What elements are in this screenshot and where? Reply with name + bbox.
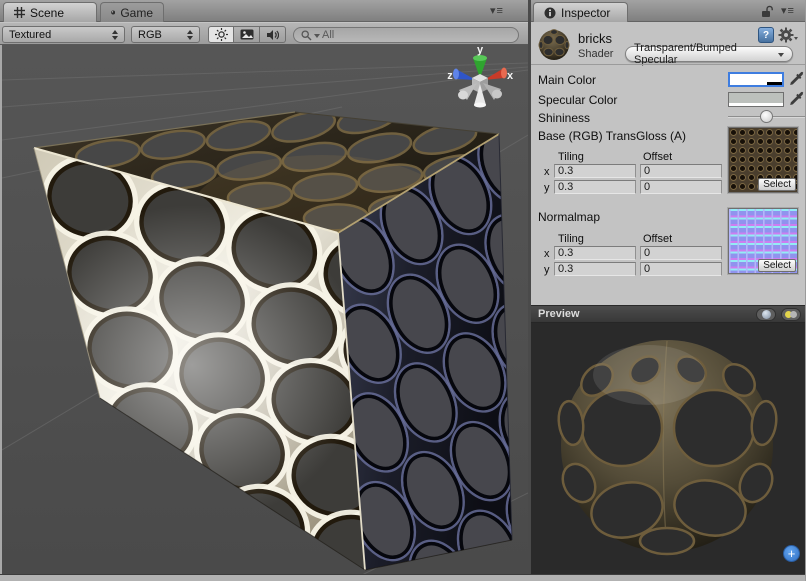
dim-dot-icon: [790, 311, 797, 318]
scene-toggle-group: [208, 26, 286, 43]
lock-icon[interactable]: [760, 5, 773, 18]
tab-game-label: Game: [120, 6, 153, 20]
gear-icon[interactable]: [778, 27, 798, 43]
base-tiling-x-field[interactable]: [554, 164, 636, 178]
material-name: bricks: [578, 31, 612, 46]
channel-mode-dropdown[interactable]: RGB: [131, 26, 200, 43]
row-y-label: y: [544, 264, 550, 276]
svg-text:y: y: [477, 45, 484, 56]
base-map-label: Base (RGB) TransGloss (A): [538, 129, 686, 143]
eyedropper-icon[interactable]: [789, 91, 805, 107]
svg-text:z: z: [447, 70, 453, 82]
search-icon: [301, 30, 312, 41]
base-map-thumbnail[interactable]: Select: [728, 127, 798, 193]
render-mode-value: Textured: [9, 29, 106, 41]
search-input[interactable]: [322, 29, 482, 41]
info-icon: [544, 7, 556, 19]
image-icon: [240, 29, 254, 40]
window-bottom-edge: [0, 574, 806, 581]
base-tiling-y-field[interactable]: [554, 180, 636, 194]
main-color-alpha-bar: [730, 82, 782, 85]
render-mode-dropdown[interactable]: Textured: [2, 26, 125, 43]
svg-text:x: x: [507, 70, 514, 82]
normal-map-label: Normalmap: [538, 210, 600, 224]
normal-offset-y-field[interactable]: [640, 262, 722, 276]
preview-sphere-render: [531, 323, 806, 575]
chevron-down-icon: [778, 53, 784, 57]
inspector-body: bricks Shader Transparent/Bumped Specula…: [531, 22, 806, 305]
material-preview-icon: [537, 25, 571, 63]
unity-editor-window: Scene Game ▾≡ Textured RGB: [0, 0, 806, 581]
header-divider: [531, 64, 806, 65]
specular-color-alpha-bar: [729, 103, 783, 106]
lighting-toggle-button[interactable]: [208, 26, 234, 43]
shininess-slider[interactable]: [728, 109, 806, 125]
preview-lighting-button[interactable]: [781, 308, 801, 321]
channel-mode-value: RGB: [138, 29, 181, 41]
normal-offset-x-field[interactable]: [640, 246, 722, 260]
game-icon: [111, 7, 115, 18]
updown-arrows-icon: [112, 30, 118, 40]
preview-shape-button[interactable]: [756, 308, 776, 321]
speaker-icon: [266, 29, 279, 41]
normal-tiling-x-field[interactable]: [554, 246, 636, 260]
orientation-gizmo[interactable]: y z x: [447, 45, 514, 108]
row-x-label: x: [544, 248, 550, 260]
row-x-label: x: [544, 166, 550, 178]
search-filter-caret-icon[interactable]: [314, 34, 320, 38]
sun-icon: [215, 28, 228, 41]
normal-map-thumbnail[interactable]: Select: [728, 208, 798, 274]
eyedropper-icon[interactable]: [789, 71, 805, 87]
shader-dropdown[interactable]: Transparent/Bumped Specular: [625, 46, 793, 62]
tiling-header: Tiling: [558, 151, 584, 163]
shader-value: Transparent/Bumped Specular: [634, 42, 778, 66]
base-map-select-button[interactable]: Select: [758, 178, 796, 191]
add-preview-button[interactable]: +: [783, 545, 800, 562]
preview-title: Preview: [538, 308, 756, 320]
grid-icon: [14, 7, 25, 18]
audio-toggle-button[interactable]: [260, 26, 286, 43]
main-color-swatch[interactable]: [728, 72, 784, 87]
inspector-tabstrip: Inspector ▾≡: [531, 0, 806, 22]
tab-game[interactable]: Game: [100, 2, 164, 22]
scene-3d-view[interactable]: y z x: [2, 45, 528, 574]
scene-search-field[interactable]: [293, 27, 519, 43]
specular-color-label: Specular Color: [538, 93, 617, 107]
tab-inspector[interactable]: Inspector: [533, 2, 628, 22]
shininess-knob[interactable]: [760, 110, 773, 123]
tab-inspector-label: Inspector: [561, 6, 610, 20]
scene-tabstrip: Scene Game ▾≡: [0, 0, 528, 22]
inspector-panel: Inspector ▾≡ bricks Shade: [531, 0, 806, 581]
base-offset-y-field[interactable]: [640, 180, 722, 194]
shininess-label: Shininess: [538, 111, 590, 125]
offset-header: Offset: [643, 151, 672, 163]
normal-tiling-y-field[interactable]: [554, 262, 636, 276]
offset-header: Offset: [643, 233, 672, 245]
normal-map-select-button[interactable]: Select: [758, 259, 796, 272]
base-offset-x-field[interactable]: [640, 164, 722, 178]
tab-scene-label: Scene: [30, 6, 64, 20]
help-icon[interactable]: ?: [758, 27, 774, 43]
scene-tab-menu-icon[interactable]: ▾≡: [490, 4, 504, 17]
inspector-tab-menu-icon[interactable]: ▾≡: [781, 4, 795, 17]
scene-toolbar: Textured RGB: [0, 22, 528, 45]
shader-label: Shader: [578, 48, 613, 60]
specular-color-swatch[interactable]: [728, 92, 784, 107]
scene-viewport[interactable]: y z x: [2, 45, 528, 574]
preview-header[interactable]: Preview: [531, 305, 806, 323]
skybox-toggle-button[interactable]: [234, 26, 260, 43]
material-preview-area[interactable]: +: [531, 323, 806, 575]
sphere-icon: [762, 310, 771, 319]
row-y-label: y: [544, 182, 550, 194]
main-color-label: Main Color: [538, 73, 596, 87]
tab-scene[interactable]: Scene: [3, 2, 97, 22]
scene-panel: Scene Game ▾≡ Textured RGB: [0, 0, 528, 581]
tiling-header: Tiling: [558, 233, 584, 245]
updown-arrows-icon: [187, 30, 193, 40]
